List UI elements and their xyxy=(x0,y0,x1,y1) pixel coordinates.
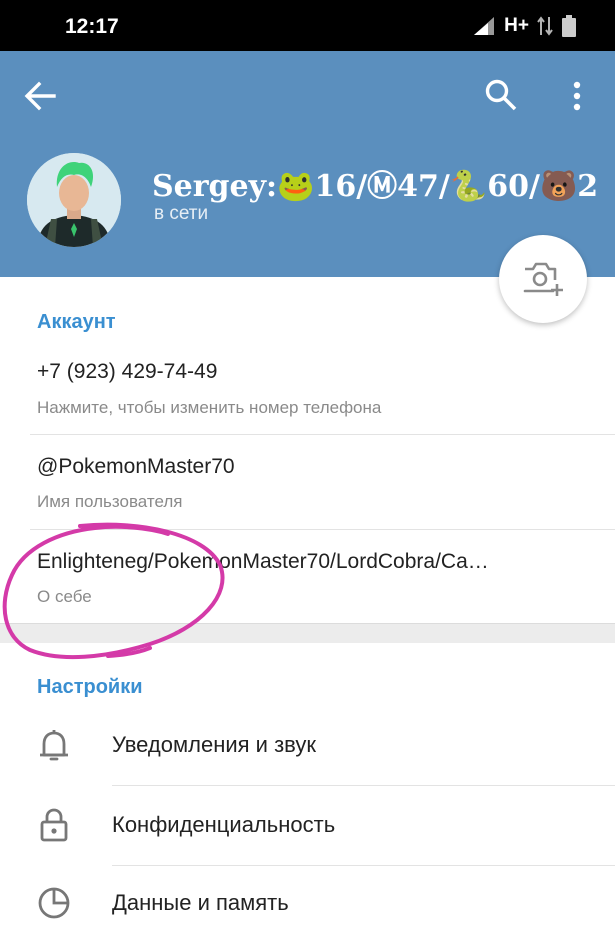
username-row[interactable]: @PokemonMaster70 Имя пользователя xyxy=(0,435,615,530)
battery-icon xyxy=(562,15,576,37)
settings-section-title: Настройки xyxy=(37,676,143,698)
username-hint: Имя пользователя xyxy=(37,492,183,511)
search-icon xyxy=(485,79,517,111)
phone-hint: Нажмите, чтобы изменить номер телефона xyxy=(37,398,382,417)
back-button[interactable] xyxy=(24,81,64,111)
settings-item-label: Конфиденциальность xyxy=(112,812,336,837)
bell-icon xyxy=(40,730,68,761)
signal-icon xyxy=(474,17,495,35)
account-section-title: Аккаунт xyxy=(37,311,116,333)
pie-chart-icon xyxy=(38,887,70,919)
profile-name: Sergey:🐸16/Ⓜ47/🐍60/🐻2 xyxy=(152,169,599,204)
set-photo-button[interactable] xyxy=(499,235,587,323)
search-button[interactable] xyxy=(484,78,520,114)
data-arrows-icon xyxy=(537,16,553,36)
bio-row[interactable]: Enlighteneg/PokemonMaster70/LordCobra/Ca… xyxy=(0,530,615,623)
bio-text: Enlighteneg/PokemonMaster70/LordCobra/Ca… xyxy=(37,550,489,573)
more-options-button[interactable] xyxy=(562,80,592,114)
status-time: 12:17 xyxy=(65,15,119,38)
settings-item-data[interactable]: Данные и память xyxy=(0,865,615,929)
section-separator xyxy=(0,623,615,643)
phone-row[interactable]: +7 (923) 429-74-49 Нажмите, чтобы измени… xyxy=(0,340,615,435)
bio-hint: О себе xyxy=(37,587,92,606)
network-type: H+ xyxy=(504,15,529,36)
status-icons: H+ xyxy=(472,14,577,38)
phone-number: +7 (923) 429-74-49 xyxy=(37,360,218,383)
username: @PokemonMaster70 xyxy=(37,455,235,478)
back-arrow-icon xyxy=(24,81,56,111)
settings-item-label: Данные и память xyxy=(112,890,289,915)
more-vertical-icon xyxy=(573,81,581,111)
settings-item-label: Уведомления и звук xyxy=(112,732,316,757)
settings-item-privacy[interactable]: Конфиденциальность xyxy=(0,785,615,865)
avatar-image xyxy=(27,153,121,247)
add-photo-icon xyxy=(523,262,563,296)
settings-item-notifications[interactable]: Уведомления и звук xyxy=(0,705,615,785)
status-bar: 12:17 H+ xyxy=(0,0,615,51)
online-status: в сети xyxy=(154,203,209,224)
avatar[interactable] xyxy=(27,153,121,247)
lock-icon xyxy=(40,808,68,842)
